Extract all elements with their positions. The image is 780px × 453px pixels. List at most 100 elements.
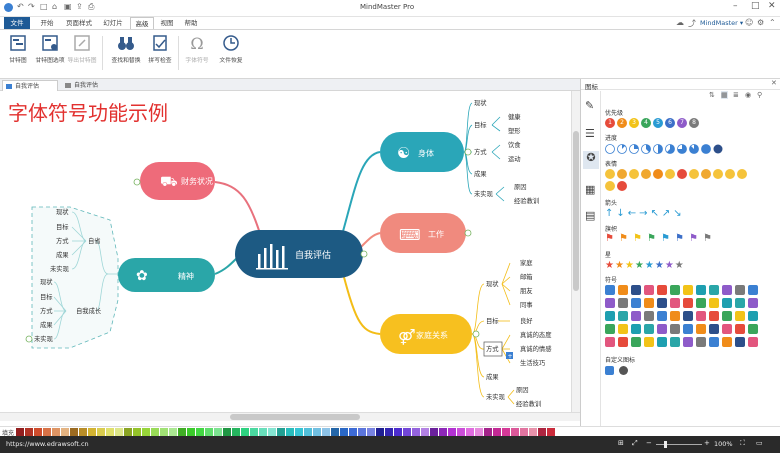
palette-swatch[interactable] bbox=[511, 428, 519, 436]
font-symbol-button[interactable]: Ω 字体符号 bbox=[181, 34, 213, 70]
symbol-icon[interactable] bbox=[748, 298, 758, 308]
leaf[interactable]: 成果 bbox=[40, 320, 53, 329]
tab-view[interactable]: 视图 bbox=[156, 17, 178, 29]
palette-swatch[interactable] bbox=[43, 428, 51, 436]
mindmap-canvas[interactable]: 字体符号功能示例 自我评估 ⛟ 财务状况 ✿ 精神 ☯ 身体 ⌨ 工作 ⚤ 家庭… bbox=[0, 91, 571, 412]
symbol-icon[interactable] bbox=[670, 337, 680, 347]
share-icon[interactable]: ⤴ bbox=[688, 18, 696, 29]
symbol-icon[interactable] bbox=[696, 311, 706, 321]
palette-swatch[interactable] bbox=[277, 428, 285, 436]
symbol-icon[interactable] bbox=[657, 311, 667, 321]
symbol-icon[interactable] bbox=[683, 311, 693, 321]
undo-icon[interactable]: ↶ bbox=[17, 2, 24, 11]
symbol-icon[interactable] bbox=[644, 324, 654, 334]
symbol-icon[interactable] bbox=[722, 324, 732, 334]
emoji-icon[interactable] bbox=[713, 169, 723, 179]
symbol-icon[interactable] bbox=[748, 285, 758, 295]
palette-swatch[interactable] bbox=[547, 428, 555, 436]
palette-swatch[interactable] bbox=[106, 428, 114, 436]
palette-swatch[interactable] bbox=[34, 428, 42, 436]
tab-home[interactable]: 开始 bbox=[34, 17, 60, 29]
emoji-icon[interactable] bbox=[605, 169, 615, 179]
symbol-icon[interactable] bbox=[696, 298, 706, 308]
leaf[interactable]: 家庭 bbox=[520, 258, 533, 267]
palette-swatch[interactable] bbox=[268, 428, 276, 436]
palette-swatch[interactable] bbox=[475, 428, 483, 436]
outline-icon[interactable]: ☰ bbox=[585, 127, 595, 140]
palette-swatch[interactable] bbox=[466, 428, 474, 436]
symbol-icon[interactable] bbox=[657, 324, 667, 334]
gantt-button[interactable]: 甘特图 bbox=[2, 34, 34, 70]
palette-swatch[interactable] bbox=[376, 428, 384, 436]
leaf[interactable]: 原因 bbox=[516, 386, 529, 394]
leaf[interactable]: 成果 bbox=[56, 250, 69, 259]
priority-icon[interactable]: 7 bbox=[677, 118, 687, 128]
symbol-icon[interactable] bbox=[631, 324, 641, 334]
print-icon[interactable]: ⎙ bbox=[88, 2, 94, 12]
export-gantt-button[interactable]: 导出甘特图 bbox=[66, 34, 98, 70]
palette-swatch[interactable] bbox=[394, 428, 402, 436]
palette-swatch[interactable] bbox=[493, 428, 501, 436]
gantt-options-button[interactable]: 甘特图选项 bbox=[34, 34, 66, 70]
palette-swatch[interactable] bbox=[349, 428, 357, 436]
palette-swatch[interactable] bbox=[250, 428, 258, 436]
symbol-icon[interactable] bbox=[618, 311, 628, 321]
symbol-icon[interactable] bbox=[605, 324, 615, 334]
symbol-icon[interactable] bbox=[631, 337, 641, 347]
flag-icon[interactable]: ⚑ bbox=[675, 234, 684, 244]
status-url[interactable]: https://www.edrawsoft.cn bbox=[6, 440, 89, 448]
tab-help[interactable]: 帮助 bbox=[180, 17, 202, 29]
symbol-icon[interactable] bbox=[748, 311, 758, 321]
symbol-icon[interactable] bbox=[605, 311, 615, 321]
leaf[interactable]: 自省 bbox=[88, 236, 101, 245]
palette-swatch[interactable] bbox=[160, 428, 168, 436]
emoji-icon[interactable] bbox=[617, 181, 627, 191]
symbol-icon[interactable] bbox=[644, 337, 654, 347]
palette-swatch[interactable] bbox=[295, 428, 303, 436]
symbol-icon[interactable] bbox=[735, 298, 745, 308]
symbol-icon[interactable] bbox=[722, 285, 732, 295]
maximize-icon[interactable]: □ bbox=[751, 1, 760, 11]
symbol-icon[interactable] bbox=[644, 285, 654, 295]
palette-swatch[interactable] bbox=[133, 428, 141, 436]
leaf[interactable]: 成果 bbox=[486, 372, 499, 381]
icons-tab-icon[interactable]: ✪ bbox=[583, 151, 599, 169]
tab-slides[interactable]: 幻灯片 bbox=[98, 17, 128, 29]
clipart-icon[interactable]: ▦ bbox=[585, 183, 595, 196]
priority-icon[interactable]: 6 bbox=[665, 118, 675, 128]
symbol-icon[interactable] bbox=[618, 298, 628, 308]
palette-swatch[interactable] bbox=[16, 428, 24, 436]
emoji-icon[interactable] bbox=[641, 169, 651, 179]
panel-close-icon[interactable]: ✕ bbox=[771, 79, 777, 87]
account-menu[interactable]: MindMaster ▾ bbox=[700, 19, 743, 27]
symbol-icon[interactable] bbox=[631, 311, 641, 321]
minimize-icon[interactable]: – bbox=[733, 1, 738, 11]
symbol-icon[interactable] bbox=[735, 324, 745, 334]
export-icon[interactable]: ⇪ bbox=[76, 2, 83, 11]
leaf[interactable]: 方式 bbox=[486, 344, 499, 353]
spell-check-button[interactable]: 拼写检查 bbox=[144, 34, 176, 70]
leaf[interactable]: 目标 bbox=[40, 292, 53, 301]
symbol-icon[interactable] bbox=[735, 285, 745, 295]
palette-swatch[interactable] bbox=[178, 428, 186, 436]
flag-icon[interactable]: ⚑ bbox=[703, 234, 712, 244]
symbol-icon[interactable] bbox=[696, 324, 706, 334]
work-node[interactable] bbox=[380, 213, 466, 253]
palette-swatch[interactable] bbox=[403, 428, 411, 436]
leaf[interactable]: 方式 bbox=[56, 236, 69, 245]
palette-swatch[interactable] bbox=[430, 428, 438, 436]
grid-view-icon[interactable]: ▦ bbox=[721, 91, 728, 99]
palette-swatch[interactable] bbox=[457, 428, 465, 436]
leaf[interactable]: 经验教训 bbox=[516, 399, 541, 408]
emoji-icon[interactable] bbox=[737, 169, 747, 179]
palette-swatch[interactable] bbox=[241, 428, 249, 436]
user-icon[interactable]: ☺ bbox=[745, 18, 753, 27]
zoom-slider[interactable] bbox=[656, 444, 702, 445]
save-icon[interactable]: ▣ bbox=[64, 2, 72, 11]
palette-swatch[interactable] bbox=[286, 428, 294, 436]
leaf[interactable]: 未实现 bbox=[34, 334, 54, 343]
settings-icon[interactable]: ⚙ bbox=[757, 18, 764, 27]
symbol-icon[interactable] bbox=[722, 311, 732, 321]
palette-swatch[interactable] bbox=[169, 428, 177, 436]
tab-advanced[interactable]: 高级 bbox=[130, 17, 154, 29]
